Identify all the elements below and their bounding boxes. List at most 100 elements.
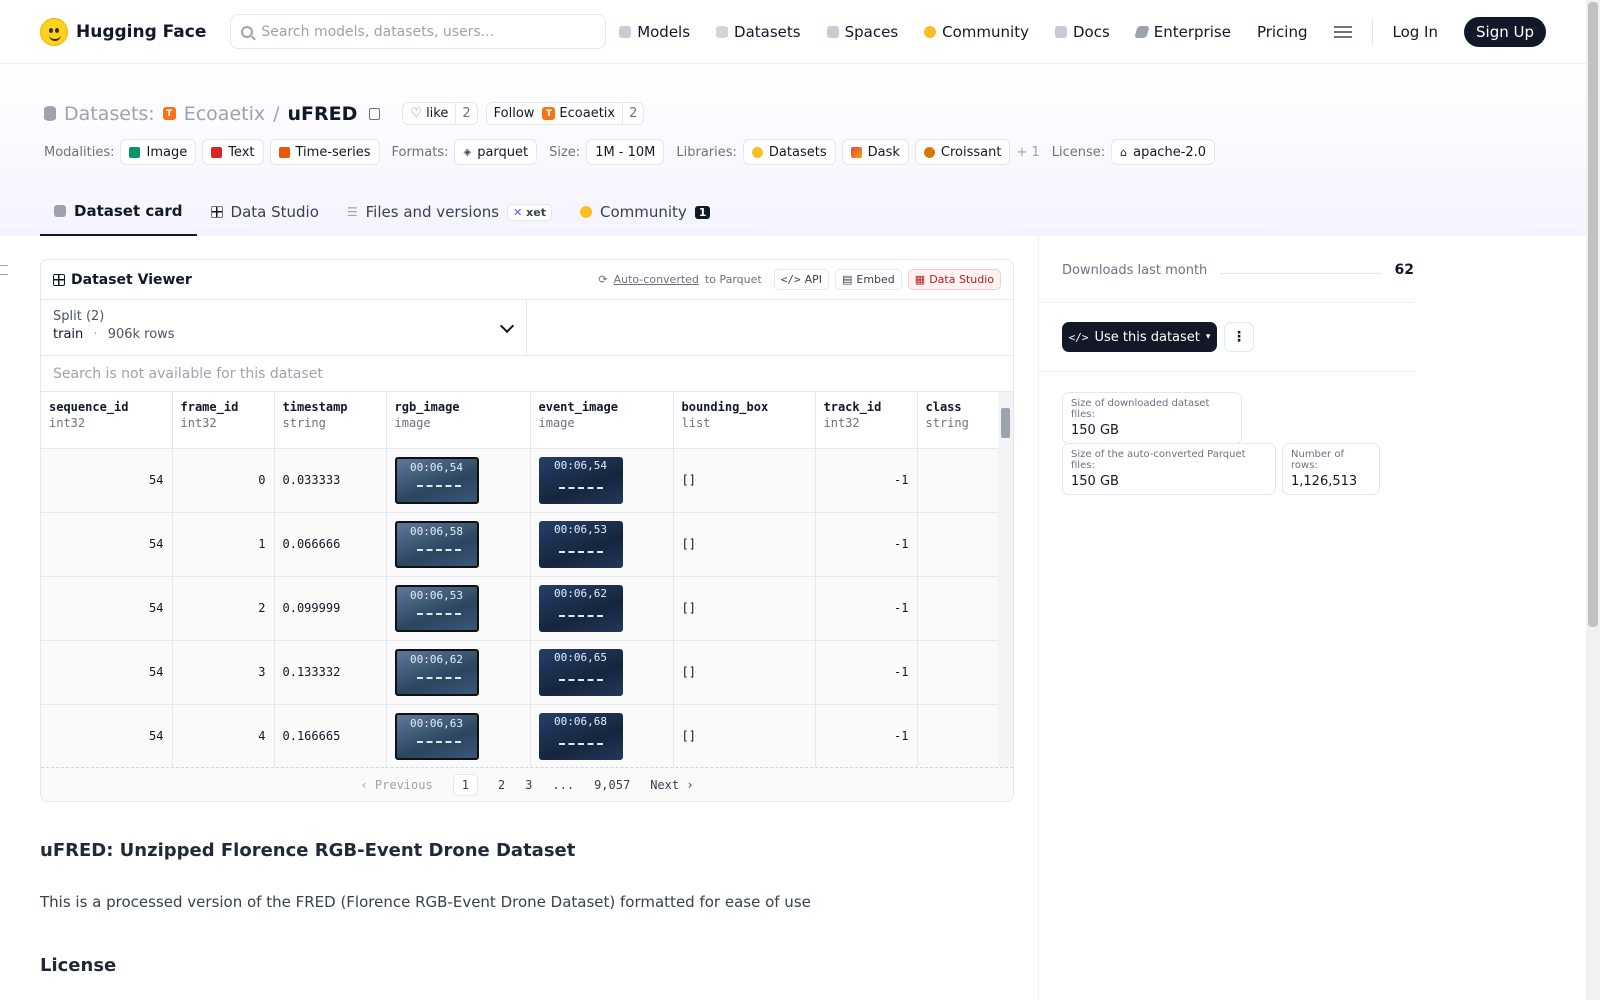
table-scrollbar[interactable] — [998, 392, 1013, 768]
thumb-overlay-text: 00:06,53 — [410, 588, 463, 602]
more-menu-icon[interactable] — [1333, 25, 1352, 38]
table-row: 54 0 0.033333 00:06,54 00:06,54 [] -1 — [41, 448, 1001, 513]
cell-rgb-image: 00:06,53 — [386, 576, 531, 641]
thumb-overlay-text: 00:06,65 — [554, 650, 607, 664]
use-dataset-label: Use this dataset — [1094, 329, 1200, 345]
signup-button[interactable]: Sign Up — [1464, 16, 1546, 47]
follow-org: Ecoaetix — [559, 106, 616, 121]
tag-image[interactable]: Image — [120, 139, 197, 165]
tab-data-studio[interactable]: Data Studio — [197, 188, 333, 236]
rgb-image-thumbnail[interactable]: 00:06,53 — [394, 584, 479, 632]
data-studio-button[interactable]: ▦ Data Studio — [907, 269, 1001, 290]
viewer-title-label: Dataset Viewer — [71, 271, 192, 288]
column-divider — [1038, 236, 1039, 1000]
event-image-thumbnail[interactable]: 00:06,68 — [538, 712, 623, 760]
croissant-icon — [923, 146, 935, 158]
split-selector[interactable]: Split (2) train · 906k rows — [41, 300, 527, 355]
page-3-button[interactable]: 3 — [525, 778, 532, 792]
tag-parquet[interactable]: ◈ parquet — [454, 139, 538, 165]
tag-datasets-lib[interactable]: Datasets — [742, 139, 836, 165]
tab-data-studio-label: Data Studio — [230, 203, 319, 221]
nav-enterprise[interactable]: Enterprise — [1134, 22, 1231, 41]
col-timestamp[interactable]: timestamp string — [274, 392, 387, 449]
downloads-stat: Downloads last month 62 — [1062, 262, 1414, 278]
next-page-button[interactable]: Next › — [650, 778, 693, 792]
tag-size[interactable]: 1M - 10M — [586, 139, 665, 165]
nav-community[interactable]: Community — [924, 23, 1029, 41]
col-rgb-image[interactable]: rgb_image image — [386, 392, 531, 449]
database-icon — [44, 106, 56, 121]
tab-files[interactable]: ☰ Files and versions ✕ xet — [333, 188, 566, 236]
database-icon — [716, 25, 729, 38]
more-options-icon[interactable]: ⋮ — [1224, 322, 1254, 352]
event-image-thumbnail[interactable]: 00:06,65 — [538, 648, 623, 696]
col-class[interactable]: class string — [917, 392, 1001, 449]
cell-sequence-id: 54 — [41, 576, 173, 641]
brand-logo[interactable]: Hugging Face — [40, 17, 206, 46]
modalities-label: Modalities: — [44, 144, 115, 160]
col-type: list — [681, 416, 711, 430]
org-link[interactable]: Ecoaetix — [184, 103, 265, 125]
nav-models[interactable]: Models — [619, 23, 690, 41]
page-1-button[interactable]: 1 — [452, 773, 478, 796]
like-button[interactable]: ♡ like 2 — [402, 102, 478, 125]
cell-event-image: 00:06,54 — [530, 448, 674, 513]
formats-label: Formats: — [391, 144, 449, 160]
repo-name[interactable]: uFRED — [288, 103, 358, 125]
section-label[interactable]: Datasets: — [64, 103, 155, 125]
card-description: This is a processed version of the FRED … — [40, 893, 811, 911]
nav-docs[interactable]: Docs — [1054, 23, 1110, 41]
use-dataset-button[interactable]: </> Use this dataset ▾ — [1062, 322, 1217, 352]
event-image-thumbnail[interactable]: 00:06,53 — [538, 520, 623, 568]
rgb-image-thumbnail[interactable]: 00:06,63 — [394, 712, 479, 760]
col-bounding-box[interactable]: bounding_box list — [673, 392, 816, 449]
copy-icon[interactable] — [369, 107, 381, 120]
api-button[interactable]: </> API — [773, 269, 829, 290]
table-row: 54 4 0.166665 00:06,63 00:06,68 [] -1 — [41, 704, 1001, 769]
nav-spaces[interactable]: Spaces — [826, 23, 898, 41]
follow-button[interactable]: Follow T Ecoaetix 2 — [485, 102, 645, 125]
table-scrollbar-thumb[interactable] — [1001, 408, 1010, 438]
hugging-face-icon — [40, 17, 68, 46]
page-last-button[interactable]: 9,057 — [594, 778, 630, 792]
col-frame-id[interactable]: frame_id int32 — [172, 392, 275, 449]
stat-label: Size of downloaded dataset files: — [1071, 398, 1210, 420]
cell-event-image: 00:06,65 — [530, 640, 674, 705]
tag-time-series[interactable]: Time-series — [269, 139, 380, 165]
image-icon — [129, 146, 141, 158]
event-image-thumbnail[interactable]: 00:06,62 — [538, 584, 623, 632]
nav-datasets[interactable]: Datasets — [716, 23, 801, 41]
tag-dask[interactable]: Dask — [841, 139, 909, 165]
tab-community[interactable]: Community 1 — [566, 188, 724, 236]
sidebar-toggle-icon[interactable] — [0, 265, 8, 275]
nav-pricing[interactable]: Pricing — [1257, 23, 1308, 41]
license-heading: License — [40, 955, 117, 976]
breadcrumb-separator: / — [273, 102, 280, 125]
auto-converted-link[interactable]: Auto-converted — [614, 273, 699, 286]
col-event-image[interactable]: event_image image — [530, 392, 674, 449]
rgb-image-thumbnail[interactable]: 00:06,58 — [394, 520, 479, 568]
time-series-icon — [278, 146, 290, 158]
tag-croissant[interactable]: Croissant — [914, 139, 1011, 165]
event-image-thumbnail[interactable]: 00:06,54 — [538, 456, 623, 504]
libraries-more[interactable]: + 1 — [1016, 145, 1039, 160]
cell-track-id: -1 — [815, 448, 918, 513]
rgb-image-thumbnail[interactable]: 00:06,62 — [394, 648, 479, 696]
col-sequence-id[interactable]: sequence_id int32 — [41, 392, 173, 449]
page-scrollbar-thumb[interactable] — [1588, 2, 1598, 627]
tag-license[interactable]: ⌂ apache-2.0 — [1111, 139, 1216, 165]
tag-text[interactable]: Text — [202, 139, 264, 165]
previous-page-button[interactable]: ‹ Previous — [360, 778, 432, 792]
page-2-button[interactable]: 2 — [498, 778, 505, 792]
embed-button[interactable]: ▤ Embed — [834, 269, 902, 290]
col-track-id[interactable]: track_id int32 — [815, 392, 918, 449]
page-scrollbar[interactable] — [1586, 0, 1600, 1000]
search-input[interactable]: Search models, datasets, users... — [230, 14, 607, 49]
login-link[interactable]: Log In — [1393, 23, 1439, 41]
tab-dataset-card[interactable]: Dataset card — [40, 188, 197, 236]
nav-enterprise-label: Enterprise — [1153, 22, 1231, 41]
data-studio-label: Data Studio — [929, 273, 994, 286]
sidebar-divider — [1038, 371, 1414, 372]
rgb-image-thumbnail[interactable]: 00:06,54 — [394, 456, 479, 504]
table-row: 54 2 0.099999 00:06,53 00:06,62 [] -1 — [41, 576, 1001, 641]
